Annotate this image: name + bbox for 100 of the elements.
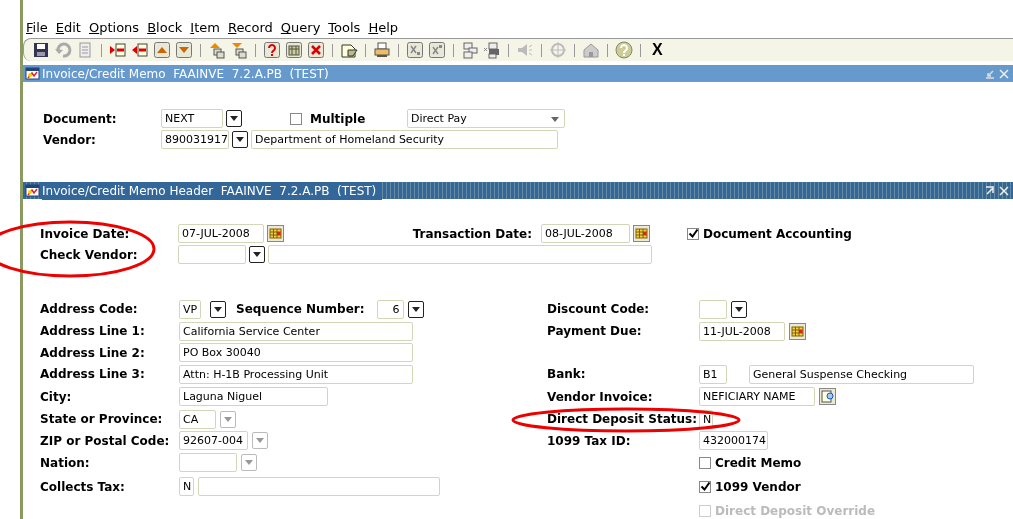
dropdown-button[interactable] [210,300,226,318]
caret-icon [236,137,244,142]
superscript-icon[interactable] [428,41,446,59]
dropdown-button[interactable] [407,300,424,318]
input-field[interactable]: VP [179,299,201,319]
field-label: Bank: [547,366,586,383]
input-field[interactable]: Department of Homeland Security [251,130,558,149]
field-label: ZIP or Postal Code: [40,432,170,450]
input-field[interactable]: Attn: H-1B Processing Unit [179,364,413,384]
input-field[interactable]: 432000174 [699,431,768,450]
printer-icon[interactable] [373,41,391,59]
checkbox[interactable] [687,227,699,240]
close-icon[interactable] [999,185,1009,196]
check-icon [687,228,699,239]
caret-icon [256,438,264,443]
input-field[interactable] [178,245,246,264]
input-field[interactable]: 92607-004 [179,431,248,450]
input-field[interactable] [198,477,440,496]
input-field[interactable]: 890031917 [161,130,229,149]
menu-item[interactable]: Block [147,18,183,38]
input-field[interactable]: California Service Center [179,321,413,341]
input-field[interactable]: NEFICIARY NAME [699,387,815,406]
checkbox[interactable] [699,456,711,469]
app-icon [25,66,40,81]
caret-icon [735,306,743,312]
remove-row-icon[interactable] [131,41,149,59]
input-field[interactable]: NEXT [161,109,223,128]
delete-icon[interactable] [307,41,325,59]
input-field[interactable] [268,245,652,264]
field-label: Sequence Number: [236,301,365,318]
input-field[interactable]: 07-JUL-2008 [178,224,264,243]
house-icon[interactable] [582,41,600,59]
menu-item[interactable]: Tools [328,18,361,38]
dropdown-button[interactable] [731,300,747,318]
checkbox-label: Document Accounting [703,225,852,243]
menu-item[interactable]: Query [280,18,321,38]
input-field[interactable]: N [179,477,194,496]
field-label: Invoice Date: [40,225,131,243]
insert-row-icon[interactable] [109,41,127,59]
field-label: Check Vendor: [40,246,139,264]
caret-icon [214,306,222,312]
window-stack-icon[interactable] [483,41,501,59]
input-field[interactable]: 08-JUL-2008 [541,224,630,243]
menu-item[interactable]: Options [88,18,140,38]
input-field[interactable]: CA [179,409,216,429]
input-field[interactable] [179,453,237,472]
exit-button[interactable]: X [652,42,663,58]
select-value: Direct Pay [411,111,468,127]
field-label: Direct Deposit Status: [547,411,697,428]
checkbox-label: Multiple [310,110,367,128]
calendar-icon[interactable] [633,225,650,242]
dropdown-button[interactable] [226,110,242,127]
field-label: Payment Due: [547,323,642,340]
search-icon[interactable] [819,388,836,405]
field-label: Address Line 1: [40,323,145,340]
subscript-icon[interactable] [406,41,424,59]
window-title: Invoice/Credit Memo Header FAAINVE 7.2.A.PB (TEST) [42,181,383,200]
menu-item[interactable]: Record [227,18,273,38]
field-label: Address Line 2: [40,344,145,362]
menu-item[interactable]: Help [368,18,399,38]
field-label: Nation: [40,454,90,472]
checkbox[interactable] [290,112,302,125]
window-title: Invoice/Credit Memo FAAINVE 7.2.A.PB (TEST) [42,65,329,83]
field-label: Document: [43,110,118,128]
document-icon[interactable] [340,41,358,59]
field-label: 1099 Tax ID: [547,432,631,450]
dropdown-button[interactable] [232,131,248,148]
dropdown-button[interactable] [249,246,265,263]
menu-item[interactable]: Item [190,18,220,38]
stack-up-icon[interactable] [208,41,226,59]
calendar-icon[interactable] [267,225,284,242]
input-field[interactable] [699,299,727,319]
checkbox[interactable] [699,480,711,493]
help-icon[interactable] [615,41,633,59]
close-icon[interactable] [999,68,1009,79]
caret-icon [411,306,420,312]
input-field[interactable]: 6 [376,299,404,319]
menu-item[interactable]: Edit [55,18,81,38]
input-field[interactable]: B1 [699,364,727,384]
table-icon[interactable] [285,41,303,59]
input-field[interactable]: 11-JUL-2008 [699,321,785,341]
save-icon[interactable] [32,41,50,59]
restore-icon[interactable] [985,185,995,196]
field-label: Discount Code: [547,301,650,318]
calendar-icon[interactable] [789,322,806,340]
caret-icon [253,252,261,257]
select-field[interactable]: Direct Pay [407,109,565,128]
input-field[interactable]: Laguna Niguel [179,387,328,406]
stack-down-icon[interactable] [230,41,248,59]
field-label: City: [40,388,72,406]
field-label: Address Line 3: [40,366,145,383]
window-stack-icon[interactable] [461,41,479,59]
field-label: Vendor: [43,131,97,149]
field-label: State or Province: [40,411,163,428]
checkbox-label: Direct Deposit Override [715,503,876,519]
input-field[interactable]: PO Box 30040 [179,343,413,362]
input-field[interactable]: General Suspense Checking [749,364,974,384]
caret-icon [224,416,232,422]
question-icon[interactable] [263,41,281,59]
menu-item[interactable]: File [26,18,48,38]
